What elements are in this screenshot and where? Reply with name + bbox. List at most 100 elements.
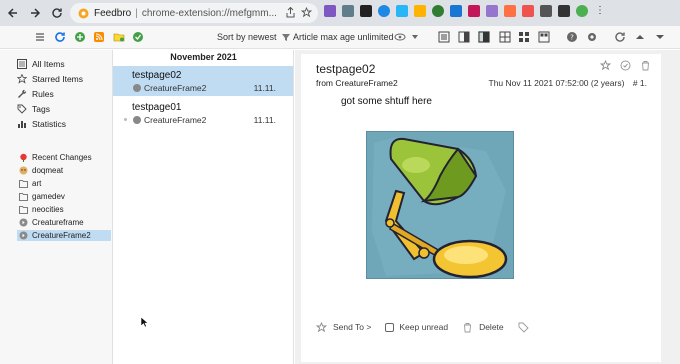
unread-dot-icon [124, 118, 127, 121]
sidebar-feed-creatureframe2[interactable]: CreatureFrame2 [17, 230, 111, 241]
green-k-extension-icon[interactable] [432, 5, 444, 17]
sidebar-item-tags[interactable]: Tags [17, 103, 50, 115]
list-item[interactable]: testpage01 CreatureFrame2 11.11. [113, 98, 293, 128]
browser-toolbar: Feedbro | chrome-extension://mefgmm... ⋮ [0, 0, 680, 26]
feedbro-favicon-icon [78, 8, 89, 18]
article-age-dropdown[interactable]: Article max age unlimited [293, 32, 394, 42]
article-date-text: Thu Nov 11 2021 07:52:00 (2 years) [488, 78, 625, 88]
blue-s-extension-icon[interactable] [378, 5, 390, 17]
sidebar-folder-art[interactable]: art [17, 178, 111, 189]
refresh-feeds-icon[interactable] [54, 31, 66, 43]
folder-icon [19, 206, 28, 214]
mouse-cursor-icon [140, 316, 149, 328]
tag-button[interactable] [518, 322, 535, 333]
feedbro-app: Sort by newest Article max age unlimited… [0, 26, 680, 364]
help-icon[interactable]: ? [566, 31, 578, 43]
article-date: 11.11. [253, 115, 276, 125]
pink-extension-icon[interactable] [468, 5, 480, 17]
feed-circle-icon [133, 116, 141, 124]
feed-label: art [32, 179, 42, 188]
sidebar-item-all-items[interactable]: All Items [17, 58, 65, 70]
layout-three-pane-icon[interactable] [478, 31, 490, 43]
share-icon[interactable] [285, 7, 296, 18]
star-icon[interactable] [600, 60, 611, 71]
article-body-text: got some shtuff here [341, 96, 432, 107]
menu-icon[interactable] [34, 31, 46, 43]
sidebar-item-label: Tags [32, 104, 50, 114]
address-bar[interactable]: Feedbro | chrome-extension://mefgmm... [70, 3, 318, 23]
article-title: testpage02 [132, 70, 182, 81]
eye-icon[interactable] [394, 31, 406, 43]
desk-lamp-image [366, 131, 514, 279]
puzzle-extensions-icon[interactable] [540, 5, 552, 17]
wrench-icon [18, 89, 27, 98]
filter-icon [282, 34, 290, 41]
rss-icon[interactable] [93, 31, 105, 43]
feed-label: doqmeat [32, 166, 64, 175]
list-group-header: November 2021 [170, 52, 237, 62]
reload-button[interactable] [48, 4, 66, 22]
dropdown-arrow-icon[interactable] [409, 31, 421, 43]
article-title: testpage01 [132, 102, 182, 113]
add-folder-icon[interactable] [113, 31, 125, 43]
article-feed: CreatureFrame2 [144, 83, 207, 93]
next-article-icon[interactable] [654, 31, 666, 43]
back-button[interactable] [4, 4, 22, 22]
sidebar-folder-gamedev[interactable]: gamedev [17, 191, 111, 202]
trash-icon[interactable] [640, 60, 651, 71]
profile-avatar[interactable] [576, 5, 588, 17]
bookmark-star-icon[interactable] [301, 7, 312, 18]
layout-grid-icon[interactable] [499, 31, 511, 43]
layout-magazine-icon[interactable] [538, 31, 550, 43]
feed-label: neocities [32, 205, 64, 214]
layout-list-icon[interactable] [438, 31, 450, 43]
tag-icon [17, 104, 27, 114]
browser-menu-icon[interactable]: ⋮ [594, 5, 606, 17]
url-separator: | [135, 7, 138, 19]
mark-all-read-icon[interactable] [132, 31, 144, 43]
folder-icon [19, 193, 28, 201]
sidebar-item-starred[interactable]: Starred Items [17, 73, 83, 85]
article-source: from CreatureFrame2 [316, 78, 398, 88]
previous-article-icon[interactable] [634, 31, 646, 43]
layout-split-icon[interactable] [458, 31, 470, 43]
forward-button[interactable] [26, 4, 44, 22]
doge-icon [19, 166, 28, 175]
sidebar: All Items Starred Items Rules Tags Stati… [0, 50, 113, 364]
keep-unread-checkbox[interactable] [385, 322, 395, 332]
shield-extension-icon[interactable] [324, 5, 336, 17]
tablet-extension-icon[interactable] [396, 5, 408, 17]
keep-unread-toggle[interactable]: Keep unread [385, 322, 448, 332]
feed-label: CreatureFrame2 [32, 231, 91, 240]
article-feed: CreatureFrame2 [144, 115, 207, 125]
code-extension-icon[interactable] [342, 5, 354, 17]
sort-dropdown[interactable]: Sort by newest [217, 32, 277, 42]
spark-extension-icon[interactable] [504, 5, 516, 17]
red-extension-icon[interactable] [522, 5, 534, 17]
delete-button[interactable]: Delete [462, 322, 504, 333]
list-item[interactable]: testpage02 CreatureFrame2 11.11. [113, 66, 293, 96]
sidebar-item-rules[interactable]: Rules [17, 88, 54, 100]
note-extension-icon[interactable] [414, 5, 426, 17]
add-feed-icon[interactable] [74, 31, 86, 43]
sidebar-item-label: Statistics [32, 119, 67, 129]
layout-tiles-icon[interactable] [518, 31, 530, 43]
send-to-button[interactable]: Send To > [316, 321, 371, 333]
mark-read-check-icon[interactable] [620, 60, 631, 71]
sidebar-folder-neocities[interactable]: neocities [17, 204, 111, 215]
app-toolbar: Sort by newest Article max age unlimited… [0, 26, 680, 49]
feed-circle-icon [133, 84, 141, 92]
sidebar-feed-recent-changes[interactable]: Recent Changes [17, 152, 111, 163]
sidebar-toggle-icon[interactable] [558, 5, 570, 17]
cube-extension-icon[interactable] [486, 5, 498, 17]
sidebar-feed-doqmeat[interactable]: doqmeat [17, 165, 111, 176]
dark-extension-icon[interactable] [360, 5, 372, 17]
article-index: # 1. [632, 78, 647, 88]
reload-article-icon[interactable] [614, 31, 626, 43]
settings-gear-icon[interactable] [586, 31, 598, 43]
download-extension-icon[interactable] [450, 5, 462, 17]
folder-icon [19, 180, 28, 188]
sidebar-item-statistics[interactable]: Statistics [17, 118, 66, 130]
sidebar-feed-creatureframe[interactable]: Creatureframe [17, 217, 111, 228]
article-heading[interactable]: testpage02 [316, 62, 375, 76]
